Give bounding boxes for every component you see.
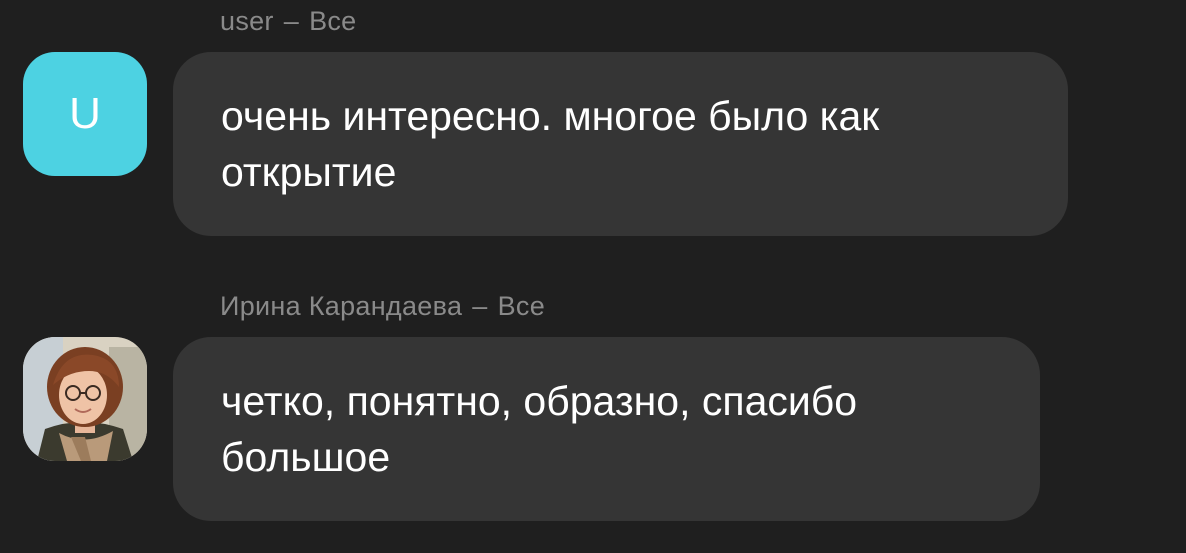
message-author: Ирина Карандаева <box>220 291 463 321</box>
message-author: user <box>220 6 274 36</box>
message-header: user – Все <box>220 6 357 37</box>
message-header: Ирина Карандаева – Все <box>220 291 545 322</box>
avatar[interactable]: U <box>23 52 147 176</box>
message-audience: Все <box>309 6 357 36</box>
message-bubble: четко, понятно, образно, спасибо большое <box>173 337 1040 521</box>
avatar[interactable] <box>23 337 147 461</box>
user-photo-icon <box>23 337 147 461</box>
avatar-initial: U <box>69 89 101 138</box>
message-text: четко, понятно, образно, спасибо большое <box>221 378 858 480</box>
header-separator: – <box>472 291 488 321</box>
message-bubble: очень интересно. многое было как открыти… <box>173 52 1068 236</box>
header-separator: – <box>283 6 300 36</box>
chat-panel: user – Все U очень интересно. многое было … <box>0 0 1186 553</box>
message-audience: Все <box>497 291 546 321</box>
message-text: очень интересно. многое было как открыти… <box>221 93 880 195</box>
